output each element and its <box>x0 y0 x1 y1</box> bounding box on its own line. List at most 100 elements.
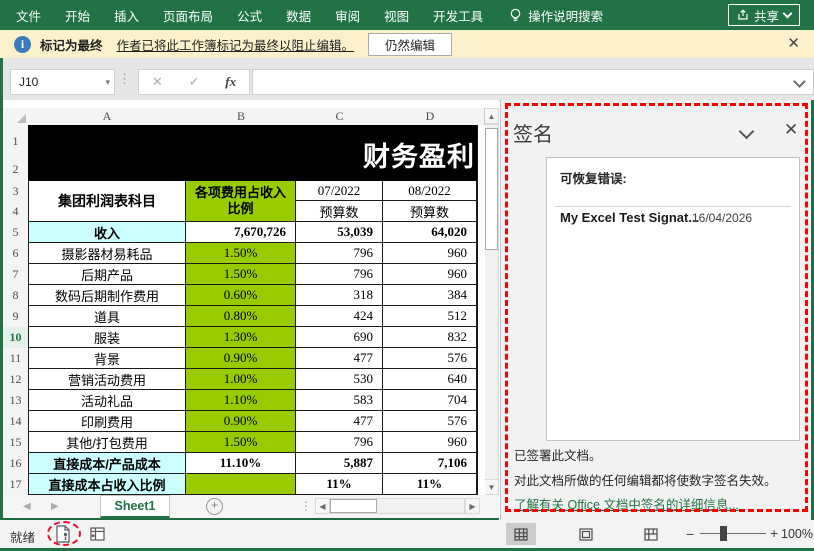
cell-D15[interactable]: 960 <box>383 432 477 453</box>
cancel-icon[interactable]: ✕ <box>152 74 163 90</box>
cell-C15[interactable]: 796 <box>296 432 383 453</box>
select-all-corner[interactable] <box>3 108 29 126</box>
zoom-slider-track[interactable] <box>700 533 766 534</box>
cell-D16[interactable]: 7,106 <box>383 453 477 474</box>
cell-C12[interactable]: 530 <box>296 369 383 390</box>
formula-bar-expand-icon[interactable] <box>793 75 806 88</box>
cell-C13[interactable]: 583 <box>296 390 383 411</box>
cell-D3[interactable]: 08/2022 <box>383 181 477 201</box>
zoom-slider-thumb[interactable] <box>720 526 727 541</box>
column-header-C[interactable]: C <box>296 108 384 126</box>
cell-C4[interactable]: 预算数 <box>296 201 383 222</box>
cell-D17[interactable]: 11% <box>383 474 477 495</box>
ribbon-tab-insert[interactable]: 插入 <box>102 0 151 30</box>
cell-A13[interactable]: 活动礼品 <box>28 390 186 411</box>
ribbon-tab-view[interactable]: 视图 <box>372 0 421 30</box>
row-header-14[interactable]: 14 <box>3 411 29 433</box>
tellme-search[interactable]: 操作说明搜索 <box>509 6 603 25</box>
cell-B7[interactable]: 1.50% <box>186 264 296 285</box>
column-header-partial[interactable] <box>477 108 485 126</box>
cell-C6[interactable]: 796 <box>296 243 383 264</box>
row-header-8[interactable]: 8 <box>3 285 29 307</box>
message-bar-close-icon[interactable]: ✕ <box>787 36 800 51</box>
ribbon-tab-file[interactable]: 文件 <box>4 0 53 30</box>
cell-C17[interactable]: 11% <box>296 474 383 495</box>
cell-B5[interactable]: 7,670,726 <box>186 222 296 243</box>
row-header-11[interactable]: 11 <box>3 348 29 370</box>
cell-C14[interactable]: 477 <box>296 411 383 432</box>
horizontal-scrollbar-thumb[interactable] <box>330 499 377 513</box>
column-header-B[interactable]: B <box>186 108 297 126</box>
scroll-down-icon[interactable]: ▼ <box>484 479 499 495</box>
cell-C10[interactable]: 690 <box>296 327 383 348</box>
cell-B13[interactable]: 1.10% <box>186 390 296 411</box>
cell-B16[interactable]: 11.10% <box>186 453 296 474</box>
cell-C7[interactable]: 796 <box>296 264 383 285</box>
cell-A3-header[interactable]: 集团利润表科目 <box>28 181 186 222</box>
row-header-6[interactable]: 6 <box>3 243 29 265</box>
cell-D6[interactable]: 960 <box>383 243 477 264</box>
cell-A15[interactable]: 其他/打包费用 <box>28 432 186 453</box>
cell-D7[interactable]: 960 <box>383 264 477 285</box>
row-header-3[interactable]: 3 <box>3 181 29 202</box>
cell-D11[interactable]: 576 <box>383 348 477 369</box>
cell-A10[interactable]: 服装 <box>28 327 186 348</box>
cell-B8[interactable]: 0.60% <box>186 285 296 306</box>
row-header-7[interactable]: 7 <box>3 264 29 286</box>
cell-C9[interactable]: 424 <box>296 306 383 327</box>
row-header-12[interactable]: 12 <box>3 369 29 391</box>
cell-D14[interactable]: 576 <box>383 411 477 432</box>
edit-anyway-button[interactable]: 仍然编辑 <box>368 32 453 56</box>
hscroll-left-icon[interactable]: ◀ <box>315 498 330 514</box>
cell-C16[interactable]: 5,887 <box>296 453 383 474</box>
cell-B17[interactable] <box>186 474 296 495</box>
cell-D9[interactable]: 512 <box>383 306 477 327</box>
zoom-level-label[interactable]: 100% <box>781 527 813 541</box>
row-header-10[interactable]: 10 <box>3 327 30 349</box>
row-header-9[interactable]: 9 <box>3 306 29 328</box>
cell-B6[interactable]: 1.50% <box>186 243 296 264</box>
ribbon-tab-data[interactable]: 数据 <box>274 0 323 30</box>
ribbon-tab-review[interactable]: 审阅 <box>323 0 372 30</box>
cell-D13[interactable]: 704 <box>383 390 477 411</box>
ribbon-tab-developer[interactable]: 开发工具 <box>421 0 495 30</box>
column-header-A[interactable]: A <box>28 108 187 126</box>
cell-A5[interactable]: 收入 <box>28 222 186 243</box>
formula-input[interactable] <box>252 69 814 95</box>
zoom-in-icon[interactable]: + <box>770 525 778 541</box>
name-box-dropdown-icon[interactable]: ▾ <box>105 77 110 88</box>
cell-D12[interactable]: 640 <box>383 369 477 390</box>
zoom-out-icon[interactable]: − <box>686 526 694 542</box>
cell-A17[interactable]: 直接成本占收入比例 <box>28 474 186 495</box>
cell-D10[interactable]: 832 <box>383 327 477 348</box>
view-page-layout-button[interactable] <box>571 523 601 545</box>
row-header-15[interactable]: 15 <box>3 432 29 454</box>
new-sheet-icon[interactable]: + <box>206 498 223 515</box>
hscroll-right-icon[interactable]: ▶ <box>465 498 480 514</box>
cell-B9[interactable]: 0.80% <box>186 306 296 327</box>
cell-A14[interactable]: 印刷费用 <box>28 411 186 432</box>
row-header-5[interactable]: 5 <box>3 222 29 244</box>
cell-D4[interactable]: 预算数 <box>383 201 477 222</box>
view-page-break-button[interactable] <box>636 523 666 545</box>
cell-B14[interactable]: 0.90% <box>186 411 296 432</box>
column-header-D[interactable]: D <box>383 108 478 126</box>
sheet-nav-left-icon[interactable]: ◀ <box>23 501 31 512</box>
cell-A11[interactable]: 背景 <box>28 348 186 369</box>
sheet-tab-sheet1[interactable]: Sheet1 <box>100 495 170 519</box>
macro-record-icon[interactable] <box>90 527 105 541</box>
name-box[interactable]: J10 ▾ <box>10 69 115 95</box>
cell-B12[interactable]: 1.00% <box>186 369 296 390</box>
ribbon-tab-home[interactable]: 开始 <box>53 0 102 30</box>
view-normal-button[interactable] <box>506 523 536 545</box>
cell-B3-header[interactable]: 各项费用占收入比例 <box>186 181 296 222</box>
row-header-16[interactable]: 16 <box>3 453 29 475</box>
row-header-17[interactable]: 17 <box>3 474 29 495</box>
cell-D8[interactable]: 384 <box>383 285 477 306</box>
ribbon-tab-formulas[interactable]: 公式 <box>225 0 274 30</box>
cell-A6[interactable]: 摄影器材易耗品 <box>28 243 186 264</box>
cell-C3[interactable]: 07/2022 <box>296 181 383 201</box>
cell-C11[interactable]: 477 <box>296 348 383 369</box>
cell-B11[interactable]: 0.90% <box>186 348 296 369</box>
share-button[interactable]: 共享 <box>727 4 800 26</box>
